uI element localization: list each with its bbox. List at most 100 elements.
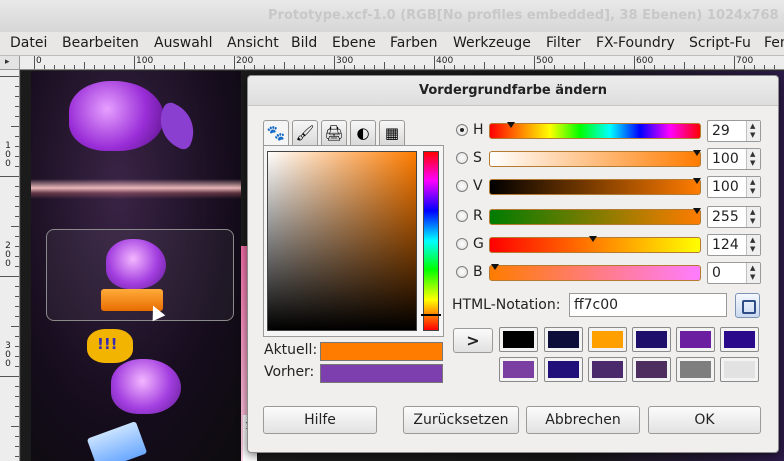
spin-arrows-g[interactable] [746,235,760,255]
menu-ebene[interactable]: Ebene [332,35,376,51]
hue-marker[interactable] [421,313,441,316]
menu-fx-foundry[interactable]: FX-Foundry [596,35,675,51]
ruler-tick [724,65,725,69]
html-notation-input[interactable] [569,293,727,317]
slider-g[interactable] [489,236,701,253]
spin-v[interactable]: 100 [707,176,761,198]
add-to-history-button[interactable]: > [453,328,493,353]
history-swatch[interactable] [720,357,759,382]
ruler-tick [0,76,19,77]
radio-r[interactable] [456,210,468,222]
history-swatch[interactable] [588,357,627,382]
menu-script-fu[interactable]: Script-Fu [689,35,751,51]
ruler-tick [374,65,375,69]
menu-bild[interactable]: Bild [291,35,317,51]
ruler-tick [15,246,19,247]
ruler-tick [354,65,355,69]
cancel-button[interactable]: Abbrechen [526,406,640,434]
ruler-tick [494,65,495,69]
spin-g[interactable]: 124 [707,234,761,256]
history-swatch[interactable] [720,327,759,352]
ruler-tick [184,62,185,69]
spin-s[interactable]: 100 [707,148,761,170]
menu-auswahl[interactable]: Auswahl [154,35,213,51]
slider-marker-r[interactable] [693,208,701,214]
reset-button[interactable]: Zurücksetzen [403,406,519,434]
history-swatch[interactable] [632,327,671,352]
slider-marker-h[interactable] [507,122,516,128]
radio-s[interactable] [456,152,468,164]
slider-marker-g[interactable] [589,236,598,242]
ok-button[interactable]: OK [648,406,761,434]
history-swatch[interactable] [544,327,583,352]
ruler-tick [414,65,415,69]
history-swatch-color [724,361,755,378]
spin-arrows-h[interactable] [746,121,760,141]
history-swatch[interactable] [676,357,715,382]
ruler-tick [574,65,575,69]
bubble-text: !!! [97,335,118,353]
history-swatch[interactable] [676,327,715,352]
tab-cmyk-selector[interactable]: 🖨 [321,120,347,146]
ruler-tick [424,65,425,69]
ruler-tick [11,326,19,327]
history-swatch[interactable] [544,357,583,382]
radio-g[interactable] [456,238,468,250]
tab-gimp-selector[interactable]: 🐾 [263,120,289,146]
gimp-icon: 🐾 [266,124,286,142]
slider-r[interactable] [489,208,701,225]
slider-b[interactable] [489,264,701,281]
ruler-tick [15,356,19,357]
spin-arrows-b[interactable] [746,263,760,283]
history-swatch[interactable] [499,357,538,382]
tab-palette-selector[interactable]: ▦ [379,120,405,146]
foreground-color-dialog: Vordergrundfarbe ändern 🐾 🖌 🖨 ◐ ▦ Aktuel… [247,75,779,453]
spin-arrows-r[interactable] [746,207,760,227]
hue-strip[interactable] [421,151,441,331]
menu-filter[interactable]: Filter [546,35,581,51]
history-swatch[interactable] [588,327,627,352]
ruler-tick [394,65,395,69]
slider-marker-s[interactable] [693,150,701,156]
menu-farben[interactable]: Farben [390,35,437,51]
spin-r[interactable]: 255 [707,206,761,228]
history-swatch[interactable] [499,327,538,352]
ruler-tick [15,256,19,257]
menu-ansicht[interactable]: Ansicht [227,35,279,51]
menu-datei[interactable]: Datei [10,35,47,51]
radio-h[interactable] [456,124,468,136]
radio-v[interactable] [456,180,468,192]
slider-h[interactable] [489,122,701,139]
previous-color-swatch[interactable] [320,364,443,383]
ruler-tick [15,436,19,437]
menu-werkzeuge[interactable]: Werkzeuge [453,35,531,51]
menu-bearbeiten[interactable]: Bearbeiten [62,35,139,51]
slider-v[interactable] [489,178,701,195]
slider-marker-b[interactable] [491,264,499,270]
ruler-tick [15,146,19,147]
saturation-value-area[interactable] [267,151,417,331]
ruler-tick [664,65,665,69]
speech-bubble: !!! [87,329,133,363]
spin-h[interactable]: 29 [707,120,761,142]
slider-marker-v[interactable] [693,178,701,184]
color-selector-panel [263,145,444,337]
history-swatch[interactable] [632,357,671,382]
help-button[interactable]: Hilfe [263,406,377,434]
horizontal-ruler[interactable]: 0 100 200 300 400 500 600 700 [20,56,784,70]
vertical-ruler[interactable]: 100 200 300 [0,70,20,461]
tab-brush-selector[interactable]: 🖌 [292,120,318,146]
ruler-tick [754,65,755,69]
ruler-tick [74,65,75,69]
ruler-tick [0,176,19,177]
menu-fenster[interactable]: Fen [764,35,784,51]
color-picker-button[interactable] [735,293,760,318]
ruler-corner-button[interactable]: ▸ [0,56,20,70]
spin-arrows-s[interactable] [746,149,760,169]
ruler-tick [15,116,19,117]
tab-wheel-selector[interactable]: ◐ [350,120,376,146]
slider-s[interactable] [489,150,701,167]
spin-b[interactable]: 0 [707,262,761,284]
radio-b[interactable] [456,266,468,278]
spin-arrows-v[interactable] [746,177,760,197]
